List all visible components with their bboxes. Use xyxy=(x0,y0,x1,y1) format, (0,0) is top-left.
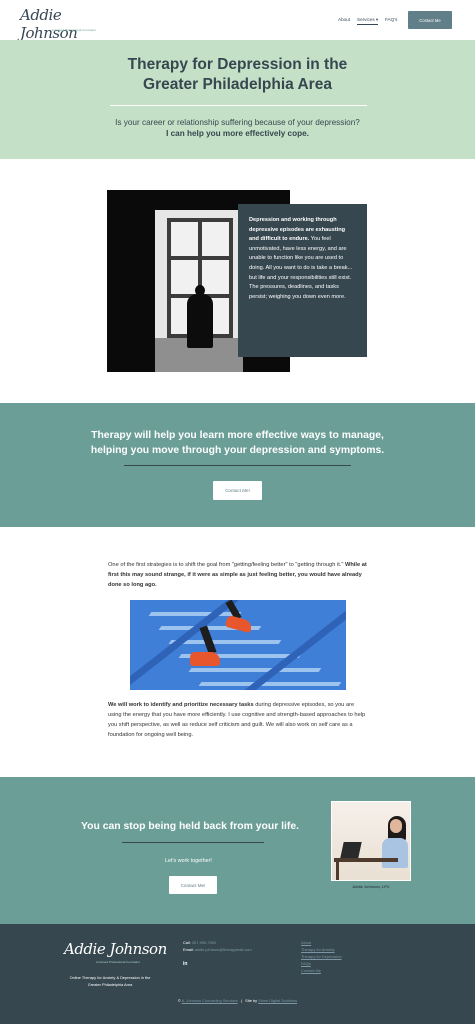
stairs-photo xyxy=(130,600,346,690)
logo-text: Addie Johnson xyxy=(20,6,78,42)
nav-services-label: Services xyxy=(357,17,375,22)
card-body-text: You feel unmotivated, have less energy, … xyxy=(249,236,353,300)
footer-logo-subtitle: Licensed Professional Counselor xyxy=(96,960,140,964)
contact-button-1[interactable]: Contact Me! xyxy=(213,481,262,500)
footer-link-about[interactable]: About xyxy=(301,940,311,945)
footer-separator: | xyxy=(240,998,242,1003)
footer-logo-text[interactable]: Addie Johnson xyxy=(64,940,167,958)
site-logo[interactable]: Addie Johnson Licensed Professional Coun… xyxy=(20,6,112,42)
therapy-cta-band: Therapy will help you learn more effecti… xyxy=(0,403,475,527)
page-title-line1: Therapy for Depression in the xyxy=(127,56,348,73)
strategy-p2-bold: We will work to identify and prioritize … xyxy=(108,702,254,708)
nav-services[interactable]: Services ▾ xyxy=(357,17,379,25)
contact-button-2[interactable]: Contact Me! xyxy=(169,876,217,894)
strategy-p1-text: One of the first strategies is to shift … xyxy=(108,562,345,568)
footer-copyright: © A. Johnson Counseling Services | Site … xyxy=(0,998,475,1003)
linkedin-icon[interactable]: in xyxy=(183,961,187,967)
lets-work-text: Let's work together! xyxy=(165,858,212,864)
site-header: Addie Johnson Licensed Professional Coun… xyxy=(0,0,475,42)
therapy-cta-divider xyxy=(124,465,351,466)
footer-tagline: Online Therapy for Anxiety & Depression … xyxy=(69,975,151,987)
logo-subtitle: Licensed Professional Counselor xyxy=(52,28,96,32)
site-by-label: Site by xyxy=(245,998,258,1003)
therapy-cta-heading: Therapy will help you learn more effecti… xyxy=(0,429,475,458)
hero-answer: I can help you more effectively cope. xyxy=(166,129,309,138)
hero-section: Therapy for Depression in the Greater Ph… xyxy=(0,40,475,159)
header-contact-button[interactable]: Contact Me xyxy=(408,11,452,29)
hero-question: Is your career or relationship suffering… xyxy=(115,118,360,127)
copyright-link[interactable]: A. Johnson Counseling Services xyxy=(182,998,238,1003)
strategy-paragraph-1: One of the first strategies is to shift … xyxy=(108,560,368,590)
held-back-band: You can stop being held back from your l… xyxy=(0,777,475,924)
page-title-line2: Greater Philadelphia Area xyxy=(143,76,332,93)
footer-call-label: Call: xyxy=(183,940,191,945)
page-title: Therapy for Depression in the Greater Ph… xyxy=(0,55,475,95)
footer-link-anxiety[interactable]: Therapy for Anxiety xyxy=(301,947,335,952)
site-by-link[interactable]: Shine Digital Solutions xyxy=(258,998,297,1003)
footer-call-value[interactable]: 267-990-7992 xyxy=(192,940,216,945)
footer-email-label: Email: xyxy=(183,947,194,952)
depression-description-card: Depression and working through depressiv… xyxy=(238,204,367,357)
hero-divider xyxy=(110,105,367,106)
therapist-caption: Addie Johnson, LPC xyxy=(352,885,390,889)
footer-email: Email: addie.johnson@therapymail.com xyxy=(183,947,252,952)
held-back-heading: You can stop being held back from your l… xyxy=(81,821,300,832)
chevron-down-icon: ▾ xyxy=(375,17,379,22)
nav-about[interactable]: About xyxy=(338,17,350,22)
therapy-cta-line2: helping you move through your depression… xyxy=(90,444,385,456)
site-footer: Addie Johnson Licensed Professional Coun… xyxy=(0,924,475,1024)
held-back-divider xyxy=(122,842,264,843)
footer-link-faqs[interactable]: FAQs xyxy=(301,961,311,966)
therapy-cta-line1: Therapy will help you learn more effecti… xyxy=(91,430,384,441)
footer-email-value[interactable]: addie.johnson@therapymail.com xyxy=(195,947,252,952)
therapist-photo xyxy=(331,801,411,881)
strategy-paragraph-2: We will work to identify and prioritize … xyxy=(108,700,368,740)
nav-faqs[interactable]: FAQ's xyxy=(385,17,397,22)
footer-link-contact[interactable]: Contact Me xyxy=(301,968,321,973)
footer-phone: Call: 267-990-7992 xyxy=(183,940,216,945)
footer-link-depression[interactable]: Therapy for Depression xyxy=(301,954,342,959)
